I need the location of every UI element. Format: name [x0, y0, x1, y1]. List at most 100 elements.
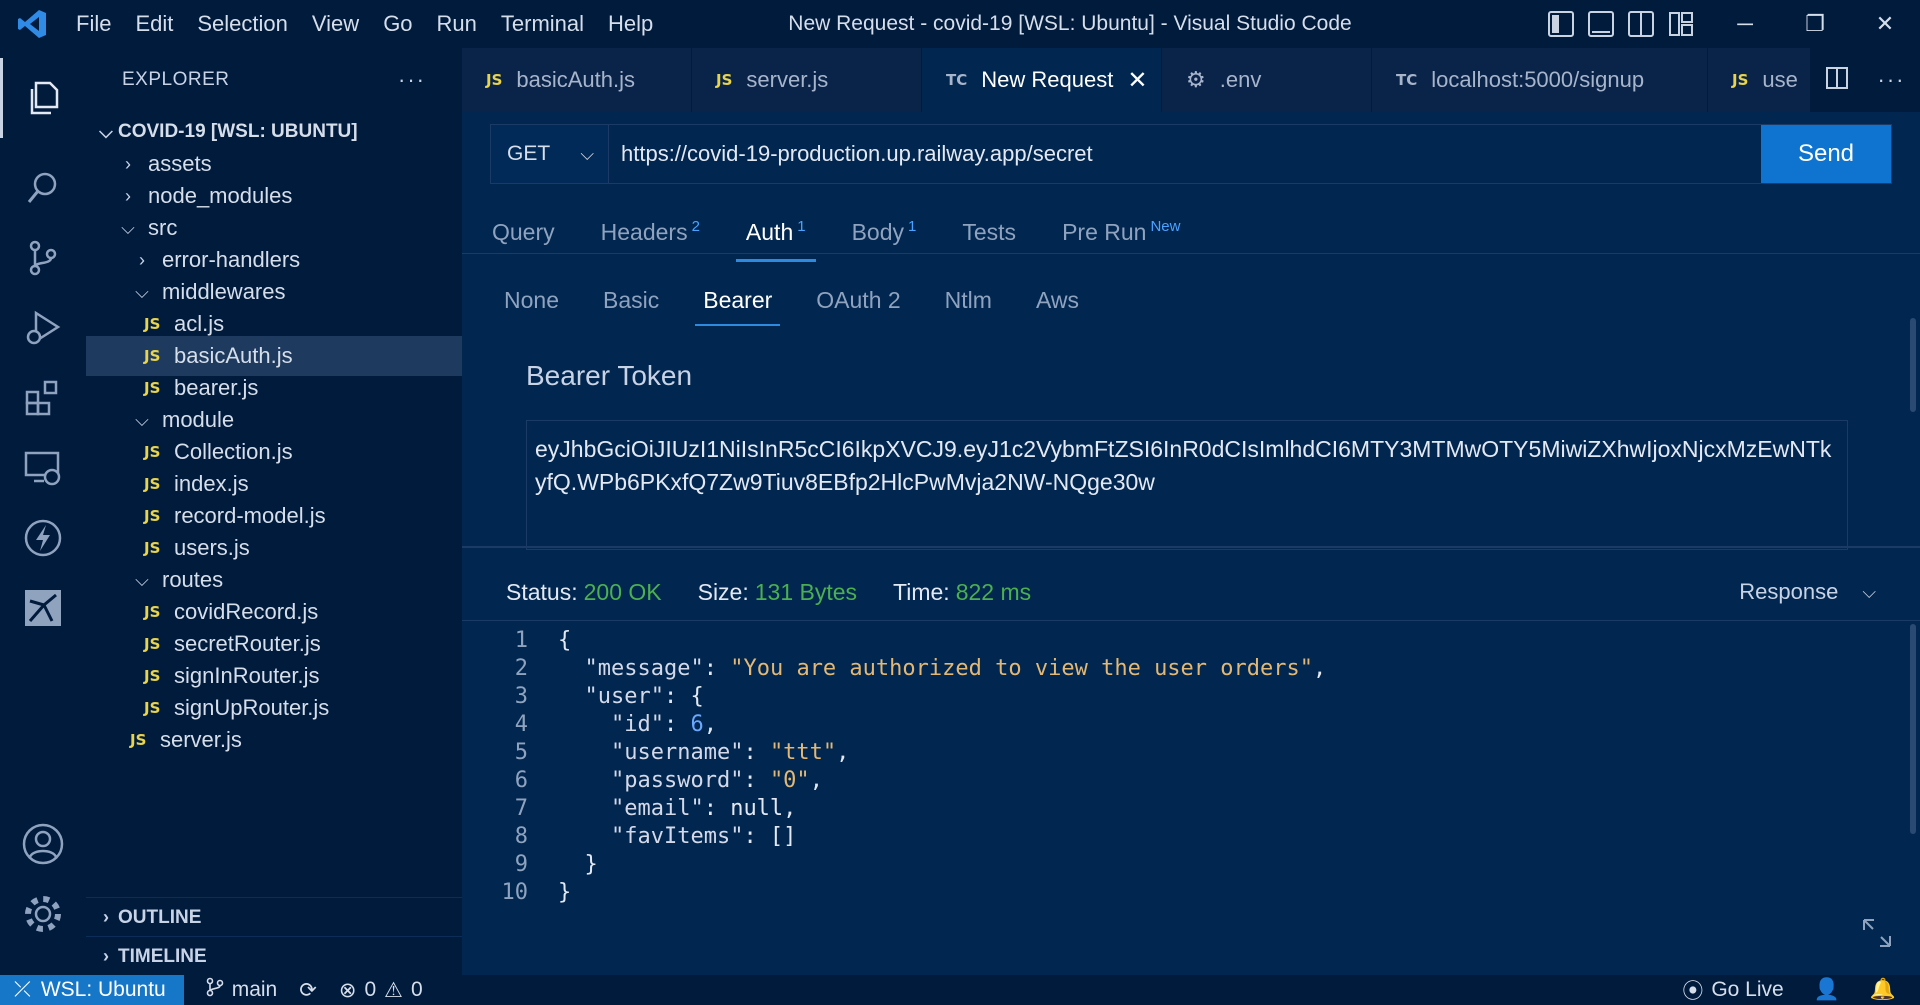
branch-icon	[206, 977, 224, 1003]
auth-tab-ntlm[interactable]: Ntlm	[937, 270, 1000, 330]
tab-new-request[interactable]: TC New Request ✕	[922, 48, 1162, 112]
toggle-primary-sidebar-icon[interactable]	[1548, 11, 1574, 37]
sync-button[interactable]: ⟳	[299, 978, 317, 1003]
divider	[462, 253, 1920, 254]
menu-file[interactable]: File	[64, 0, 123, 48]
more-actions-icon[interactable]: ···	[1878, 67, 1906, 93]
tab-label: Headers	[600, 218, 688, 245]
count-badge: 1	[797, 217, 806, 235]
customize-layout-icon[interactable]	[1668, 11, 1694, 37]
explorer-icon[interactable]	[0, 58, 86, 138]
tab-basicauth-js[interactable]: JS basicAuth.js	[462, 48, 692, 112]
tree-item-label: bearer.js	[174, 375, 259, 400]
search-icon[interactable]	[0, 148, 86, 228]
expand-icon[interactable]	[1860, 916, 1894, 955]
timeline-label: TIMELINE	[118, 945, 207, 967]
tab-env[interactable]: ⚙ .env	[1162, 48, 1372, 112]
size-label: Size:	[697, 578, 749, 605]
response-view-label: Response	[1739, 579, 1839, 604]
menu-help[interactable]: Help	[596, 0, 665, 48]
window-controls: ─ ❐ ✕	[1710, 0, 1920, 48]
tree-item-label: secretRouter.js	[174, 631, 321, 656]
tab-localhost-signup[interactable]: TC localhost:5000/signup	[1372, 48, 1708, 112]
tab-label: localhost:5000/signup	[1431, 67, 1645, 92]
menu-terminal[interactable]: Terminal	[489, 0, 596, 48]
response-body-code[interactable]: 1{ 2 "message": "You are authorized to v…	[462, 624, 1902, 970]
http-method-select[interactable]: GET ⌵	[491, 125, 609, 183]
bearer-token-label: Bearer Token	[526, 360, 693, 391]
thunder-client-tab-icon: TC	[1396, 71, 1418, 89]
auth-tab-aws[interactable]: Aws	[1028, 270, 1087, 330]
restore-icon[interactable]: ❐	[1780, 0, 1850, 48]
remote-icon: ⤫	[14, 978, 31, 1001]
error-icon: ⊗	[338, 978, 357, 1002]
response-split-handle[interactable]	[462, 546, 1920, 548]
response-scrollbar[interactable]	[1910, 624, 1916, 834]
source-control-icon[interactable]	[0, 218, 86, 298]
chevron-down-icon: ⌵	[1862, 581, 1876, 602]
minimize-icon[interactable]: ─	[1710, 0, 1780, 48]
tab-server-js[interactable]: JS server.js	[692, 48, 922, 112]
response-view-select[interactable]: Response ⌵	[1739, 562, 1876, 622]
accounts-feedback-icon[interactable]: 👤	[1814, 978, 1840, 1002]
auth-tab-none[interactable]: None	[496, 270, 567, 330]
menu-run[interactable]: Run	[425, 0, 489, 48]
js-file-icon: JS	[144, 379, 161, 397]
thunder-client-icon[interactable]	[0, 498, 86, 578]
split-editor-icon[interactable]	[1825, 66, 1849, 95]
tree-item-label: error-handlers	[162, 247, 301, 272]
close-tab-icon[interactable]: ✕	[1127, 66, 1147, 95]
tree-item-label: users.js	[174, 535, 250, 560]
run-debug-icon[interactable]	[0, 288, 86, 368]
send-button[interactable]: Send	[1761, 125, 1891, 183]
menu-view[interactable]: View	[300, 0, 371, 48]
request-scrollbar[interactable]	[1910, 318, 1916, 412]
js-file-icon: JS	[144, 635, 161, 653]
git-branch[interactable]: main	[206, 977, 278, 1003]
tree-item-label: src	[148, 215, 178, 240]
tree-file-server-js[interactable]: JS server.js	[86, 720, 462, 760]
settings-gear-icon[interactable]	[0, 874, 86, 954]
toggle-secondary-sidebar-icon[interactable]	[1628, 11, 1654, 37]
menu-bar: File Edit Selection View Go Run Terminal…	[64, 0, 665, 48]
menu-selection[interactable]: Selection	[185, 0, 300, 48]
extensions-icon[interactable]	[0, 358, 86, 438]
js-file-icon: JS	[144, 539, 161, 557]
auth-tab-bearer[interactable]: Bearer	[695, 270, 781, 330]
menu-go[interactable]: Go	[371, 0, 424, 48]
time-value: 822 ms	[955, 578, 1032, 605]
go-live-button[interactable]: ⦿ Go Live	[1682, 975, 1783, 1005]
more-actions-icon[interactable]: ···	[398, 67, 426, 93]
branch-label: main	[231, 978, 278, 1001]
close-window-icon[interactable]: ✕	[1850, 0, 1920, 48]
chevron-down-icon: ⌵	[121, 217, 135, 238]
status-bar-right: ⦿ Go Live 👤 🔔	[1682, 975, 1920, 1005]
auth-tab-oauth2[interactable]: OAuth 2	[808, 270, 908, 330]
accounts-icon[interactable]	[0, 804, 86, 884]
tab-users[interactable]: JS use	[1708, 48, 1820, 112]
tree-item-label: acl.js	[174, 311, 225, 336]
chevron-right-icon: ›	[103, 946, 109, 966]
remote-indicator[interactable]: ⤫ WSL: Ubuntu	[0, 975, 184, 1005]
chevron-down-icon: ⌵	[580, 143, 594, 164]
timeline-section[interactable]: › TIMELINE	[86, 936, 462, 975]
editor-tabs: JS basicAuth.js JS server.js TC New Requ…	[462, 48, 1920, 112]
test-explorer-icon[interactable]	[0, 568, 86, 648]
bearer-token-input[interactable]: eyJhbGciOiJIUzI1NiIsInR5cCI6IkpXVCJ9.eyJ…	[526, 420, 1848, 550]
notifications-bell-icon[interactable]: 🔔	[1870, 978, 1896, 1002]
remote-explorer-icon[interactable]	[0, 428, 86, 508]
vscode-logo-icon	[0, 0, 64, 48]
tab-label: New Request	[981, 67, 1114, 92]
request-url-bar: GET ⌵ https://covid-19-production.up.rai…	[490, 124, 1892, 184]
toggle-panel-icon[interactable]	[1588, 11, 1614, 37]
tab-label: Query	[492, 218, 555, 245]
tree-item-label: module	[162, 407, 235, 432]
warning-count: 0	[410, 978, 423, 1001]
auth-tab-basic[interactable]: Basic	[595, 270, 667, 330]
problems-indicator[interactable]: ⊗ 0 ⚠ 0	[339, 978, 423, 1003]
url-input[interactable]: https://covid-19-production.up.railway.a…	[609, 125, 1761, 183]
menu-edit[interactable]: Edit	[123, 0, 185, 48]
js-file-icon: JS	[144, 667, 161, 685]
outline-section[interactable]: › OUTLINE	[86, 897, 462, 937]
status-bar: ⤫ WSL: Ubuntu main ⟳ ⊗ 0 ⚠ 0 ⦿ Go Live 👤…	[0, 975, 1920, 1005]
